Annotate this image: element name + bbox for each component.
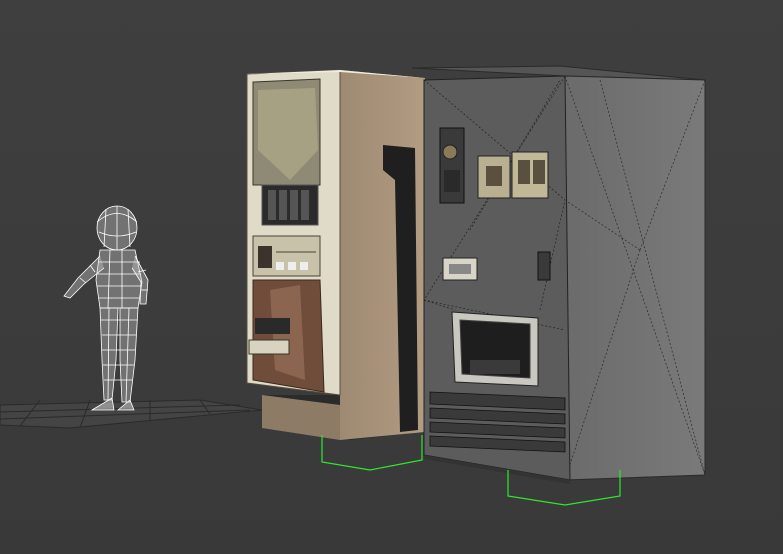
3d-viewport[interactable] xyxy=(0,0,783,554)
vending-machine-textured[interactable] xyxy=(246,69,425,440)
vending-machine-grey-mesh[interactable] xyxy=(411,65,706,484)
